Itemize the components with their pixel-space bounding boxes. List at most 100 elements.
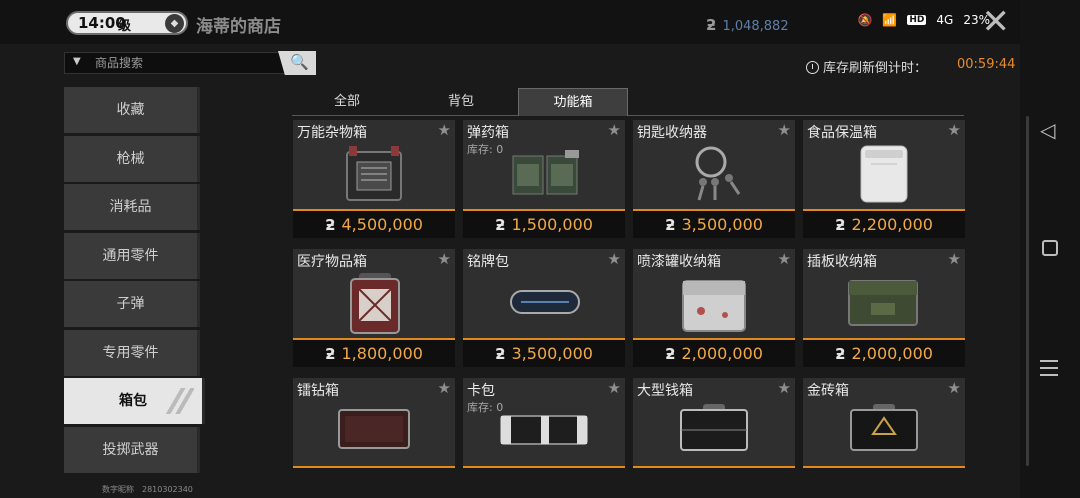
plate-storage-box-icon (848, 280, 918, 326)
currency-icon: ƻ (325, 216, 336, 234)
sundries-case-icon (346, 146, 402, 201)
sidebar-item-consumables[interactable]: 消耗品 (64, 184, 200, 230)
sidebar-item-ammo[interactable]: 子弹 (64, 281, 200, 327)
search-button[interactable]: 🔍 (278, 51, 316, 75)
favorite-star-icon[interactable]: ★ (438, 379, 451, 397)
product-name: 食品保温箱 (807, 125, 877, 141)
close-icon[interactable]: ✕ (982, 5, 1011, 39)
network-type: 4G (936, 13, 954, 27)
favorite-star-icon[interactable]: ★ (608, 121, 621, 139)
system-nav-bar: ◁ (1020, 0, 1080, 498)
favorite-star-icon[interactable]: ★ (778, 121, 791, 139)
refresh-countdown: 00:59:44 (957, 57, 1016, 72)
refresh-timer: 库存刷新倒计时： (806, 57, 927, 76)
mute-icon: 🔕 (857, 13, 873, 27)
search-icon: 🔍 (290, 53, 309, 71)
favorite-star-icon[interactable]: ★ (778, 379, 791, 397)
sidebar-item-bags[interactable]: 箱包 (64, 378, 205, 424)
currency-icon: ƻ (495, 345, 506, 363)
favorite-star-icon[interactable]: ★ (608, 379, 621, 397)
menu-icon[interactable] (1040, 360, 1058, 362)
card-case-icon (500, 415, 588, 445)
favorite-star-icon[interactable]: ★ (948, 121, 961, 139)
product-price: ƻ 3,500,000 (633, 209, 795, 238)
tag-pouch-icon (510, 290, 580, 314)
sidebar-item-favorites[interactable]: 收藏 (64, 87, 200, 133)
product-card[interactable]: 卡包 ★ 库存: 0 (463, 378, 625, 468)
tab-backpack[interactable]: 背包 (406, 88, 516, 116)
digital-id-label: 数字昵称 (102, 485, 134, 494)
product-name: 医疗物品箱 (297, 254, 367, 270)
currency-amount: 1,048,882 (722, 19, 789, 34)
currency-icon: ƻ (665, 216, 676, 234)
product-card[interactable]: 大型钱箱 ★ (633, 378, 795, 468)
currency-icon: ƻ (325, 345, 336, 363)
product-card[interactable]: 镭钻箱 ★ (293, 378, 455, 468)
gold-brick-case-icon (850, 404, 918, 451)
product-name: 铭牌包 (467, 254, 509, 270)
sidebar-item-throwables[interactable]: 投掷武器 (64, 426, 200, 473)
product-name: 钥匙收纳器 (637, 125, 707, 141)
favorite-star-icon[interactable]: ★ (438, 250, 451, 268)
product-name: 金砖箱 (807, 383, 849, 399)
tab-all[interactable]: 全部 (292, 88, 402, 116)
player-level-pill[interactable]: 14:00 级 ◆ (66, 11, 188, 35)
product-card[interactable]: 万能杂物箱 ★ ƻ 4,500,000 (293, 120, 455, 238)
favorite-star-icon[interactable]: ★ (438, 121, 451, 139)
product-price: ƻ 3,500,000 (463, 338, 625, 367)
product-card[interactable]: 金砖箱 ★ (803, 378, 965, 468)
currency-icon: ƻ (835, 345, 846, 363)
currency-icon: ƻ (665, 345, 676, 363)
tab-function-case[interactable]: 功能箱 (518, 88, 628, 116)
product-card[interactable]: 医疗物品箱 ★ ƻ 1,800,000 (293, 249, 455, 367)
rank-badge-icon: ◆ (165, 14, 184, 33)
back-icon[interactable]: ◁ (1040, 118, 1055, 142)
system-status: 🔕 📶 HD 4G 23% (857, 13, 990, 27)
spray-can-box-icon (682, 280, 746, 332)
product-card[interactable]: 钥匙收纳器 ★ ƻ 3,500,000 (633, 120, 795, 238)
dropdown-arrow-icon[interactable]: ▼ (73, 56, 81, 67)
ammo-box-icon (512, 150, 579, 195)
product-name: 万能杂物箱 (297, 125, 367, 141)
hd-icon: HD (907, 15, 927, 25)
search-input[interactable] (95, 54, 275, 72)
product-name: 镭钻箱 (297, 383, 339, 399)
product-price: ƻ 2,200,000 (803, 209, 965, 238)
top-bar: 14:00 级 ◆ 海蒂的商店 ƻ 1,048,882 🔕 📶 HD 4G 23%… (0, 0, 1080, 44)
favorite-star-icon[interactable]: ★ (948, 379, 961, 397)
favorite-star-icon[interactable]: ★ (948, 250, 961, 268)
product-card[interactable]: 铭牌包 ★ ƻ 3,500,000 (463, 249, 625, 367)
product-name: 插板收纳箱 (807, 254, 877, 270)
wifi-icon: 📶 (882, 13, 898, 27)
sidebar-item-firearms[interactable]: 枪械 (64, 135, 200, 182)
product-name: 喷漆罐收纳箱 (637, 254, 721, 270)
category-sidebar: 收藏 枪械 消耗品 通用零件 子弹 专用零件 箱包 投掷武器 (64, 87, 205, 475)
currency-icon: ƻ (706, 16, 717, 34)
key-ring-icon (695, 146, 741, 201)
product-price: ƻ 4,500,000 (293, 209, 455, 238)
product-price: ƻ 2,000,000 (803, 338, 965, 367)
sidebar-item-special-parts[interactable]: 专用零件 (64, 329, 200, 376)
favorite-star-icon[interactable]: ★ (778, 250, 791, 268)
product-name: 卡包 (467, 383, 495, 399)
medical-case-icon (350, 273, 400, 334)
level-text: 级 (118, 19, 132, 34)
stock-count: 库存: 0 (467, 143, 504, 156)
sidebar-item-common-parts[interactable]: 通用零件 (64, 232, 200, 279)
refresh-label: 库存刷新倒计时： (823, 61, 928, 76)
product-card[interactable]: 弹药箱 ★ 库存: 0 ƻ 1,500,000 (463, 120, 625, 238)
product-card[interactable]: 插板收纳箱 ★ ƻ 2,000,000 (803, 249, 965, 367)
home-icon[interactable] (1042, 240, 1058, 256)
favorite-star-icon[interactable]: ★ (608, 250, 621, 268)
digital-id: 数字昵称 2810302340 (102, 484, 193, 495)
product-card[interactable]: 食品保温箱 ★ ƻ 2,200,000 (803, 120, 965, 238)
category-tabs: 全部 背包 功能箱 (292, 88, 964, 116)
product-card[interactable]: 喷漆罐收纳箱 ★ ƻ 2,000,000 (633, 249, 795, 367)
product-price: ƻ 1,800,000 (293, 338, 455, 367)
money-case-icon (680, 404, 748, 451)
currency-display: ƻ 1,048,882 (706, 16, 789, 34)
food-cooler-icon (860, 145, 908, 203)
clock-icon (806, 61, 819, 74)
currency-icon: ƻ (835, 216, 846, 234)
currency-icon: ƻ (495, 216, 506, 234)
